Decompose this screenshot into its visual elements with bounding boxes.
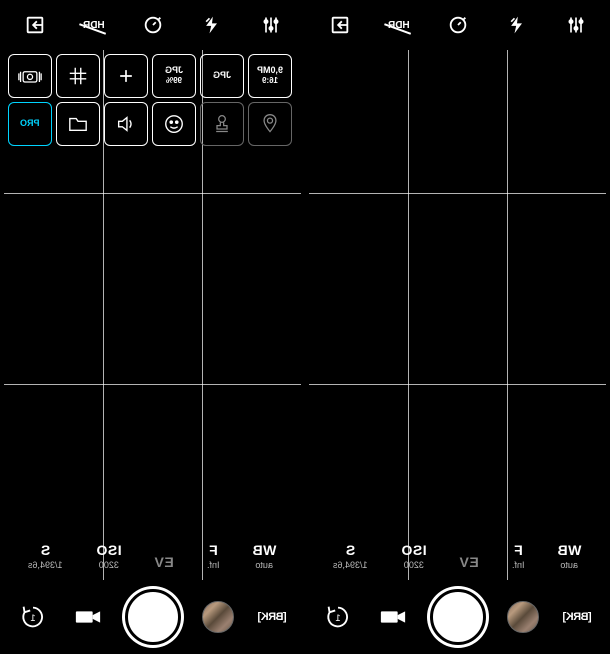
hdr-icon[interactable]: HDR — [384, 10, 414, 40]
viewfinder-r[interactable]: S 1/394,6s ISO 3200 EV F Inf. WB auto — [309, 50, 606, 580]
bracket-mode-button[interactable]: [BRK] — [255, 599, 291, 635]
jpg-quality-button[interactable]: JPG99% — [152, 54, 196, 98]
param-aperture[interactable]: F Inf. — [207, 542, 220, 570]
stamp-button[interactable] — [200, 102, 244, 146]
grid-h2 — [309, 384, 606, 385]
res-mp: 9,0MP — [257, 65, 283, 75]
settings-sliders-icon[interactable] — [561, 10, 591, 40]
ev-label: EV — [459, 554, 479, 570]
f-value: Inf. — [207, 560, 220, 570]
param-ev[interactable]: EV — [154, 554, 174, 570]
param-ev[interactable]: EV — [459, 554, 479, 570]
gallery-thumbnail[interactable] — [505, 599, 541, 635]
folder-button[interactable] — [56, 102, 100, 146]
shutter-label: S — [41, 542, 51, 558]
res-ratio: 16:9 — [262, 76, 278, 85]
pro-text: PRO — [20, 119, 40, 129]
timer-icon[interactable] — [443, 10, 473, 40]
f-label: F — [209, 542, 218, 558]
ev-label: EV — [154, 554, 174, 570]
grid-toggle-button[interactable] — [56, 54, 100, 98]
flash-icon[interactable] — [197, 10, 227, 40]
grid-h1 — [309, 193, 606, 194]
wb-label: WB — [252, 542, 276, 558]
shutter-button[interactable] — [430, 589, 486, 645]
gallery-thumbnail[interactable] — [200, 599, 236, 635]
brk-label: [BRK] — [563, 611, 592, 623]
param-shutter[interactable]: S 1/394,6s — [333, 542, 368, 570]
iso-value: 3200 — [404, 560, 424, 570]
bottom-toolbar-r: 1 [BRK] — [305, 580, 610, 654]
shutter-button[interactable] — [125, 589, 181, 645]
video-mode-icon[interactable] — [70, 599, 106, 635]
jpg-format-button[interactable]: JPG — [200, 54, 244, 98]
import-icon[interactable] — [325, 10, 355, 40]
crosshair-button[interactable] — [104, 54, 148, 98]
bottom-toolbar: 1 [BRK] — [0, 580, 305, 654]
camera-params-bar-r: S 1/394,6s ISO 3200 EV F Inf. WB auto — [309, 542, 606, 570]
camera-mode-button[interactable] — [8, 54, 52, 98]
param-shutter[interactable]: S 1/394,6s — [28, 542, 63, 570]
sound-button[interactable] — [104, 102, 148, 146]
wb-label: WB — [557, 542, 581, 558]
shutter-label: S — [346, 542, 356, 558]
param-wb[interactable]: WB auto — [252, 542, 276, 570]
f-label: F — [514, 542, 523, 558]
options-panel: JPG99% JPG 9,0MP16:9 PRO — [8, 54, 292, 146]
f-value: Inf. — [512, 560, 525, 570]
param-iso[interactable]: ISO 3200 — [401, 542, 427, 570]
flash-icon[interactable] — [502, 10, 532, 40]
settings-sliders-icon[interactable] — [256, 10, 286, 40]
jpg-label: JPG — [165, 65, 183, 75]
resolution-button[interactable]: 9,0MP16:9 — [248, 54, 292, 98]
param-iso[interactable]: ISO 3200 — [96, 542, 122, 570]
jpg-text: JPG — [213, 71, 231, 81]
iso-label: ISO — [401, 542, 427, 558]
viewfinder[interactable]: JPG99% JPG 9,0MP16:9 PRO — [4, 50, 301, 580]
grid-v1 — [408, 50, 409, 580]
iso-label: ISO — [96, 542, 122, 558]
pro-mode-button[interactable]: PRO — [8, 102, 52, 146]
camera-screen-right: HDR S 1/394,6s ISO 3200 EV — [305, 0, 610, 654]
rotate-camera-icon[interactable]: 1 — [320, 599, 356, 635]
svg-text:1: 1 — [335, 613, 340, 623]
wb-value: auto — [256, 560, 274, 570]
grid-v2 — [507, 50, 508, 580]
wb-value: auto — [561, 560, 579, 570]
param-wb[interactable]: WB auto — [557, 542, 581, 570]
top-toolbar-r: HDR — [305, 0, 610, 50]
shutter-value: 1/394,6s — [28, 560, 63, 570]
param-aperture[interactable]: F Inf. — [512, 542, 525, 570]
shutter-value: 1/394,6s — [333, 560, 368, 570]
video-mode-icon[interactable] — [375, 599, 411, 635]
bracket-mode-button[interactable]: [BRK] — [560, 599, 596, 635]
grid-h2 — [4, 384, 301, 385]
iso-value: 3200 — [99, 560, 119, 570]
svg-text:1: 1 — [30, 613, 35, 623]
location-button[interactable] — [248, 102, 292, 146]
import-icon[interactable] — [20, 10, 50, 40]
top-toolbar: HDR — [0, 0, 305, 50]
brk-label: [BRK] — [258, 611, 287, 623]
camera-params-bar: S 1/394,6s ISO 3200 EV F Inf. WB auto — [4, 542, 301, 570]
jpg-quality-value: 99% — [166, 76, 182, 85]
emoji-button[interactable] — [152, 102, 196, 146]
grid-h1 — [4, 193, 301, 194]
rotate-camera-icon[interactable]: 1 — [15, 599, 51, 635]
camera-screen-left: HDR JPG99% — [0, 0, 305, 654]
timer-icon[interactable] — [138, 10, 168, 40]
hdr-icon[interactable]: HDR — [79, 10, 109, 40]
